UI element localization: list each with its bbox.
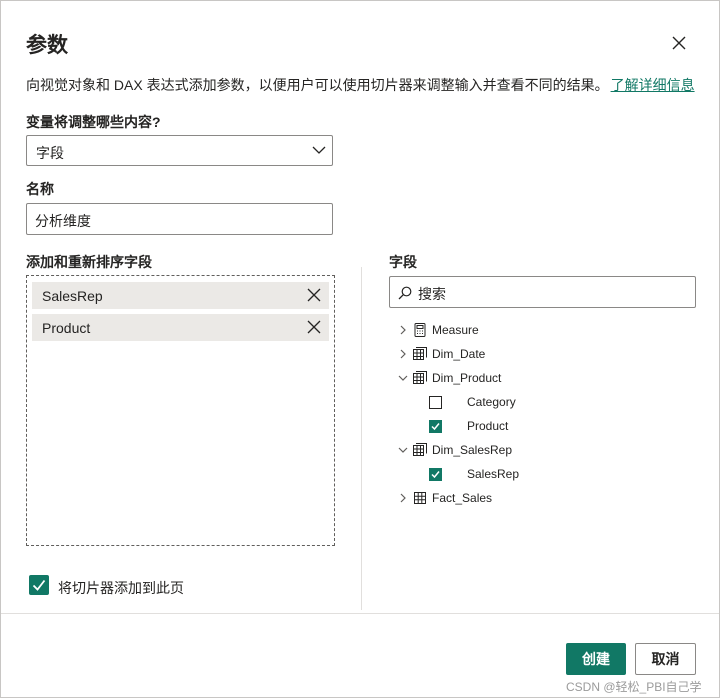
table-icon	[413, 443, 427, 456]
table-icon	[413, 371, 427, 384]
chevron-right-icon[interactable]	[398, 493, 408, 503]
description-text: 向视觉对象和 DAX 表达式添加参数，以便用户可以使用切片器来调整输入并查看不同…	[26, 77, 609, 93]
tree-item-label: SalesRep	[467, 467, 520, 481]
tree-item-label: Fact_Sales	[432, 491, 493, 505]
product-checkbox[interactable]	[429, 420, 442, 433]
chevron-right-icon[interactable]	[398, 349, 408, 359]
checkmark-icon	[431, 423, 440, 431]
add-slicer-label[interactable]: 将切片器添加到此页	[58, 578, 184, 598]
salesrep-checkbox[interactable]	[429, 468, 442, 481]
fields-well-label: 添加和重新排序字段	[26, 254, 152, 270]
create-button[interactable]: 创建	[566, 643, 626, 675]
tree-item-label: Dim_Product	[432, 371, 502, 385]
dialog-description: 向视觉对象和 DAX 表达式添加参数，以便用户可以使用切片器来调整输入并查看不同…	[26, 75, 695, 95]
remove-icon[interactable]	[307, 320, 321, 334]
remove-icon[interactable]	[307, 288, 321, 302]
search-placeholder: 搜索	[418, 286, 446, 302]
cancel-button[interactable]: 取消	[635, 643, 696, 675]
close-icon[interactable]	[669, 33, 689, 53]
field-chip-label: Product	[42, 320, 91, 336]
field-chip-label: SalesRep	[42, 288, 103, 304]
parameter-dialog: 参数 向视觉对象和 DAX 表达式添加参数，以便用户可以使用切片器来调整输入并查…	[0, 0, 720, 698]
variable-dropdown[interactable]: 字段	[26, 135, 333, 166]
watermark: CSDN @轻松_PBI自己学	[566, 680, 702, 694]
tree-item-label: Dim_SalesRep	[432, 443, 513, 457]
search-icon	[398, 286, 412, 300]
category-checkbox[interactable]	[429, 396, 442, 409]
dialog-title: 参数	[26, 34, 68, 57]
footer-divider	[1, 613, 719, 614]
table-icon	[413, 347, 427, 360]
add-slicer-checkbox[interactable]	[29, 575, 49, 595]
field-chip-product[interactable]: Product	[32, 314, 329, 341]
tree-item-label: Dim_Date	[432, 347, 486, 361]
name-input[interactable]: 分析维度	[26, 203, 333, 235]
tree-item-label: Product	[467, 419, 509, 433]
variable-selected-value: 字段	[36, 145, 64, 161]
learn-more-link[interactable]: 了解详细信息	[611, 77, 695, 93]
tree-item-label: Category	[467, 395, 516, 409]
fields-drop-zone[interactable]: SalesRep Product	[26, 275, 335, 546]
field-chip-salesrep[interactable]: SalesRep	[32, 282, 329, 309]
pane-divider	[361, 267, 362, 610]
chevron-down-icon	[312, 146, 326, 154]
calculator-icon	[414, 323, 426, 337]
chevron-right-icon[interactable]	[398, 325, 408, 335]
fields-pane-label: 字段	[389, 254, 417, 270]
name-label: 名称	[26, 181, 54, 197]
field-search-input[interactable]: 搜索	[389, 276, 696, 308]
grid-icon	[414, 492, 426, 504]
checkmark-icon	[431, 471, 440, 479]
chevron-down-icon[interactable]	[398, 445, 408, 455]
checkmark-icon	[32, 579, 46, 591]
name-input-value: 分析维度	[35, 213, 91, 229]
variable-label: 变量将调整哪些内容?	[26, 114, 161, 130]
chevron-down-icon[interactable]	[398, 373, 408, 383]
tree-item-label: Measure	[432, 323, 479, 337]
